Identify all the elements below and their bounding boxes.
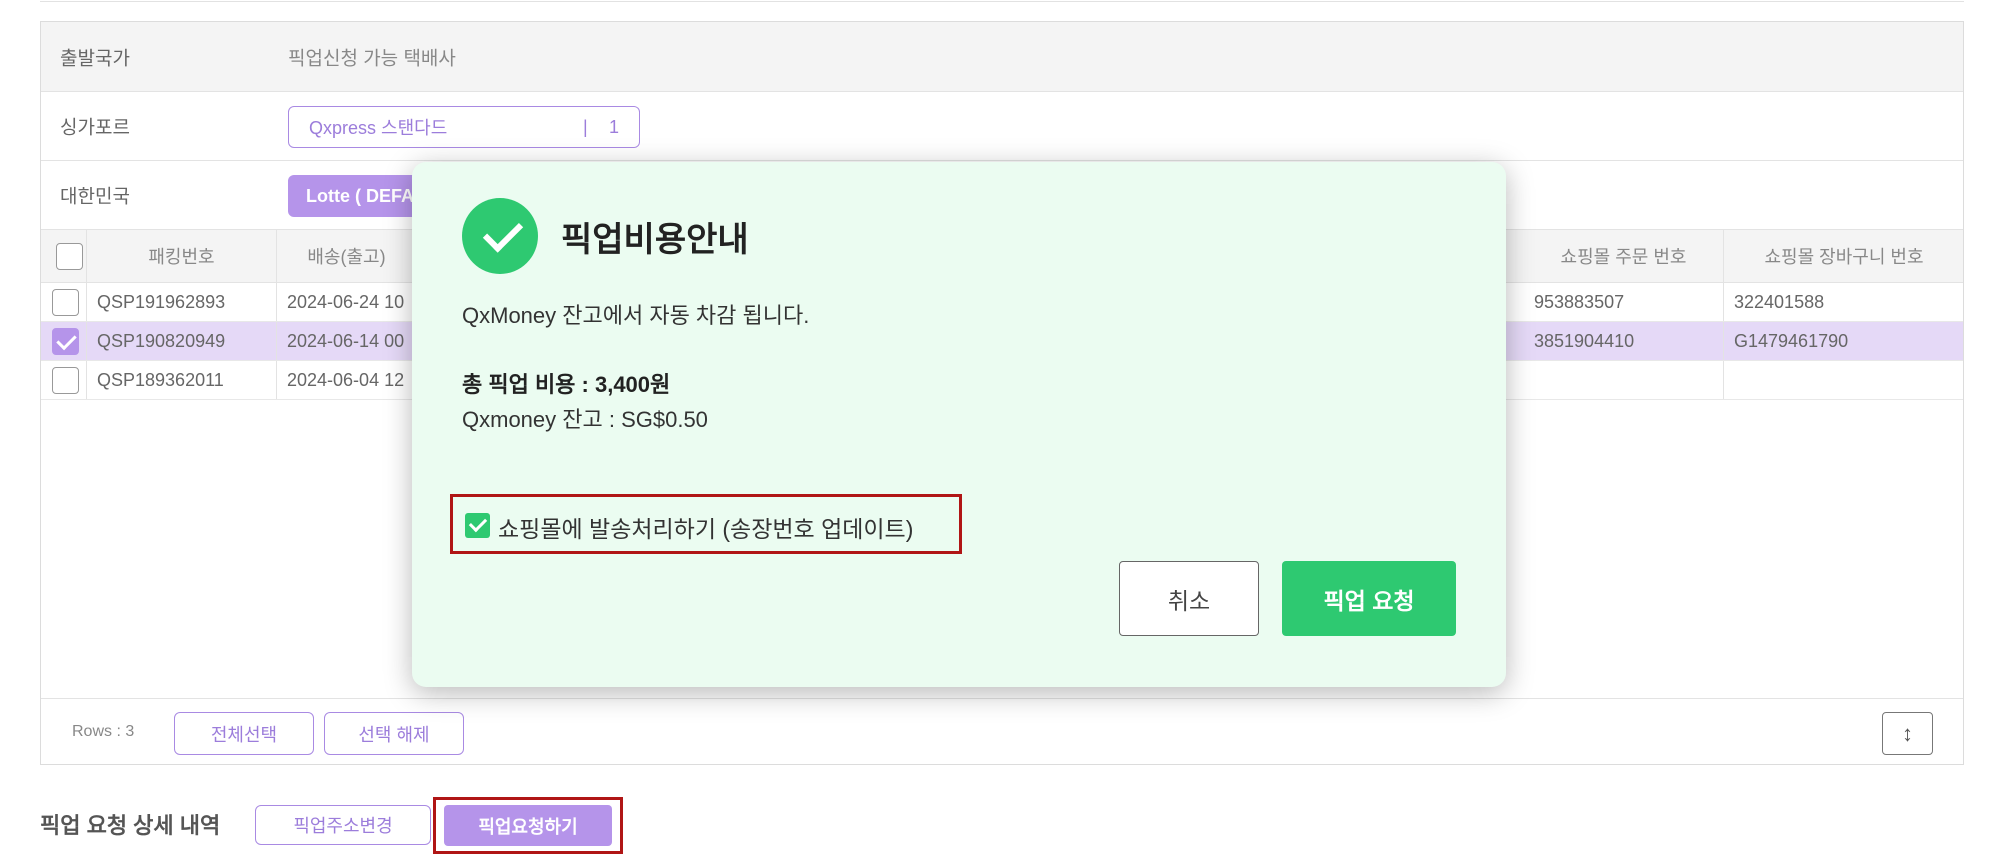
carrier-chip-qxpress[interactable]: Qxpress 스탠다드 | 1 xyxy=(288,106,640,148)
cell-cart-no xyxy=(1724,361,1964,399)
carrier-table-header: 출발국가 픽업신청 가능 택배사 xyxy=(41,22,1963,92)
column-header-order-no[interactable]: 쇼핑몰 주문 번호 xyxy=(1524,230,1724,282)
update-shipping-checkbox[interactable] xyxy=(465,513,490,538)
cell-cart-no: G1479461790 xyxy=(1734,330,1849,351)
chip-count: 1 xyxy=(609,116,620,137)
top-divider xyxy=(40,0,1964,2)
carrier-column-header: 픽업신청 가능 택배사 xyxy=(288,48,456,69)
update-shipping-label[interactable]: 쇼핑몰에 발송처리하기 (송장번호 업데이트) xyxy=(498,510,913,544)
row-checkbox-cell xyxy=(41,322,87,360)
column-header-packing-no[interactable]: 패킹번호 xyxy=(87,230,277,282)
country-column-header: 출발국가 xyxy=(60,48,130,69)
confirm-pickup-button[interactable]: 픽업 요청 xyxy=(1282,561,1456,636)
cell-cart-no: 322401588 xyxy=(1734,291,1825,312)
modal-description: QxMoney 잔고에서 자동 차감 됩니다. xyxy=(462,303,810,328)
expand-vertical-icon[interactable]: ↕ xyxy=(1882,712,1933,755)
qxmoney-balance: Qxmoney 잔고 : SG$0.50 xyxy=(462,407,708,432)
total-pickup-fee: 총 픽업 비용 : 3,400원 xyxy=(462,372,671,397)
carrier-chip-label: Qxpress 스탠다드 xyxy=(309,118,448,138)
pickup-fee-modal: 픽업비용안내 QxMoney 잔고에서 자동 차감 됩니다. 총 픽업 비용 :… xyxy=(412,162,1506,687)
cancel-button[interactable]: 취소 xyxy=(1119,561,1259,636)
country-label: 대한민국 xyxy=(60,186,130,207)
column-header-ship-date[interactable]: 배송(출고) xyxy=(277,230,417,282)
row-count: Rows : 3 xyxy=(72,723,135,740)
cell-order-no: 953883507 xyxy=(1524,283,1724,321)
select-all-button[interactable]: 전체선택 xyxy=(174,712,314,755)
select-all-checkbox[interactable] xyxy=(55,242,83,270)
country-label: 싱가포르 xyxy=(60,117,130,139)
cell-packing-no: QSP190820949 xyxy=(87,322,277,360)
row-checkbox-cell xyxy=(41,283,87,321)
check-circle-icon xyxy=(462,198,538,274)
row-checkbox[interactable] xyxy=(52,366,79,394)
row-checkbox-checked[interactable] xyxy=(52,327,79,355)
cell-order-no: 3851904410 xyxy=(1524,322,1724,360)
cell-packing-no: QSP191962893 xyxy=(87,283,277,321)
cell-order-no xyxy=(1524,361,1724,399)
change-pickup-address-button[interactable]: 픽업주소변경 xyxy=(255,805,431,845)
cell-packing-no: QSP189362011 xyxy=(87,361,277,399)
deselect-button[interactable]: 선택 해제 xyxy=(324,712,464,755)
request-pickup-highlight: 픽업요청하기 xyxy=(433,797,623,854)
row-checkbox[interactable] xyxy=(52,288,79,316)
modal-title: 픽업비용안내 xyxy=(561,221,749,259)
carrier-row-singapore: 싱가포르 Qxpress 스탠다드 | 1 xyxy=(41,92,1963,161)
row-checkbox-cell xyxy=(41,361,87,399)
header-checkbox-cell xyxy=(41,230,87,282)
grid-footer: Rows : 3 전체선택 선택 해제 ↕ xyxy=(41,698,1963,766)
request-pickup-button[interactable]: 픽업요청하기 xyxy=(444,805,612,846)
chip-separator: | xyxy=(583,117,588,137)
pickup-detail-title: 픽업 요청 상세 내역 xyxy=(40,813,221,838)
update-shipping-option-highlight: 쇼핑몰에 발송처리하기 (송장번호 업데이트) xyxy=(450,494,962,554)
column-header-cart-no[interactable]: 쇼핑몰 장바구니 번호 xyxy=(1724,230,1964,282)
